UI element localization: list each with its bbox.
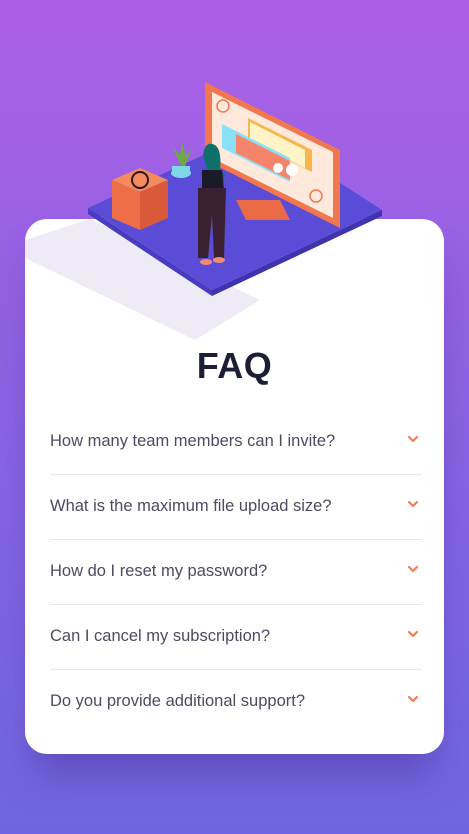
chevron-down-icon[interactable] xyxy=(406,562,420,576)
faq-item[interactable]: Can I cancel my subscription? xyxy=(50,605,422,670)
faq-title: FAQ xyxy=(196,345,273,386)
faq-item[interactable]: How do I reset my password? xyxy=(50,540,422,605)
faq-item[interactable]: How many team members can I invite? xyxy=(50,410,422,475)
faq-question[interactable]: Can I cancel my subscription? xyxy=(50,627,270,646)
faq-item[interactable]: Do you provide additional support? xyxy=(50,670,422,735)
chevron-down-icon[interactable] xyxy=(406,432,420,446)
faq-question[interactable]: Do you provide additional support? xyxy=(50,692,305,711)
faq-item[interactable]: What is the maximum file upload size? xyxy=(50,475,422,540)
chevron-down-icon[interactable] xyxy=(406,497,420,511)
faq-list: How many team members can I invite? What… xyxy=(50,410,422,735)
faq-question[interactable]: What is the maximum file upload size? xyxy=(50,497,332,516)
chevron-down-icon[interactable] xyxy=(406,692,420,706)
faq-question[interactable]: How many team members can I invite? xyxy=(50,432,335,451)
chevron-down-icon[interactable] xyxy=(406,627,420,641)
faq-question[interactable]: How do I reset my password? xyxy=(50,562,267,581)
